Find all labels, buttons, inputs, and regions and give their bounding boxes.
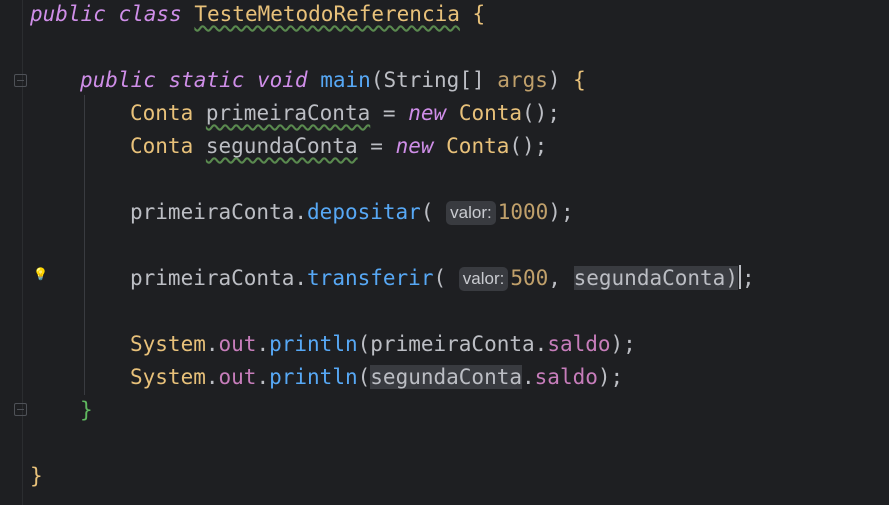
brace: } (80, 398, 93, 422)
class-name: TesteMetodoReferencia (194, 2, 460, 26)
keyword: new (395, 134, 434, 158)
code-line-primeira-conta[interactable]: Conta primeiraConta = new Conta(); (130, 99, 560, 127)
keyword: public static void (80, 68, 308, 92)
code-line-println-segunda[interactable]: System.out.println(segundaConta.saldo); (130, 363, 623, 391)
class-name: System (130, 332, 206, 356)
object-ref: primeiraConta (370, 332, 535, 356)
static-field: out (218, 365, 257, 389)
code-line-depositar[interactable]: primeiraConta.depositar( valor: 1000); (130, 198, 574, 226)
method-name: println (269, 332, 358, 356)
text-cursor (738, 265, 741, 289)
argument-variable: segundaConta (573, 266, 726, 290)
field-name: saldo (534, 365, 598, 389)
object-ref: primeiraConta (130, 266, 295, 290)
fold-marker-icon[interactable] (14, 403, 27, 416)
code-line-segunda-conta[interactable]: Conta segundaConta = new Conta(); (130, 132, 547, 160)
method-name: main (320, 68, 371, 92)
lightbulb-icon[interactable]: 💡 (33, 268, 48, 280)
variable-name: segundaConta (205, 134, 358, 158)
brace: { (472, 2, 486, 26)
keyword: public class (30, 2, 182, 26)
fold-marker-icon[interactable] (14, 74, 27, 87)
parameter-hint: valor: (458, 267, 509, 291)
constructor: Conta (446, 134, 510, 158)
parameter-hint: valor: (446, 201, 496, 225)
brace: { (573, 68, 586, 92)
method-name: transferir (307, 266, 434, 290)
param-type: String[] (383, 68, 485, 92)
argument-number: 500 (510, 266, 549, 290)
code-line-main-method[interactable]: public static void main(String[] args) { (80, 66, 586, 94)
object-ref: primeiraConta (130, 200, 295, 224)
code-line-class-close[interactable]: } (30, 462, 43, 490)
field-name: saldo (547, 332, 611, 356)
code-line-println-primeira[interactable]: System.out.println(primeiraConta.saldo); (130, 330, 636, 358)
type-name: Conta (130, 134, 194, 158)
param-name: args (497, 68, 548, 92)
code-editor[interactable]: 💡 public class TesteMetodoReferencia { p… (0, 0, 889, 505)
code-line-class-declaration[interactable]: public class TesteMetodoReferencia { (30, 0, 485, 28)
object-ref: segundaConta (370, 365, 522, 389)
indent-guide (84, 95, 85, 395)
argument-number: 1000 (497, 200, 549, 224)
variable-name: primeiraConta (205, 101, 371, 125)
static-field: out (218, 332, 257, 356)
class-name: System (130, 365, 206, 389)
constructor: Conta (458, 101, 523, 125)
method-name: depositar (307, 200, 421, 224)
method-name: println (269, 365, 358, 389)
keyword: new (408, 101, 447, 125)
code-line-method-close[interactable]: } (80, 396, 93, 424)
brace: } (30, 464, 43, 488)
code-line-transferir[interactable]: primeiraConta.transferir( valor: 500, seg… (130, 264, 755, 292)
type-name: Conta (130, 101, 194, 125)
